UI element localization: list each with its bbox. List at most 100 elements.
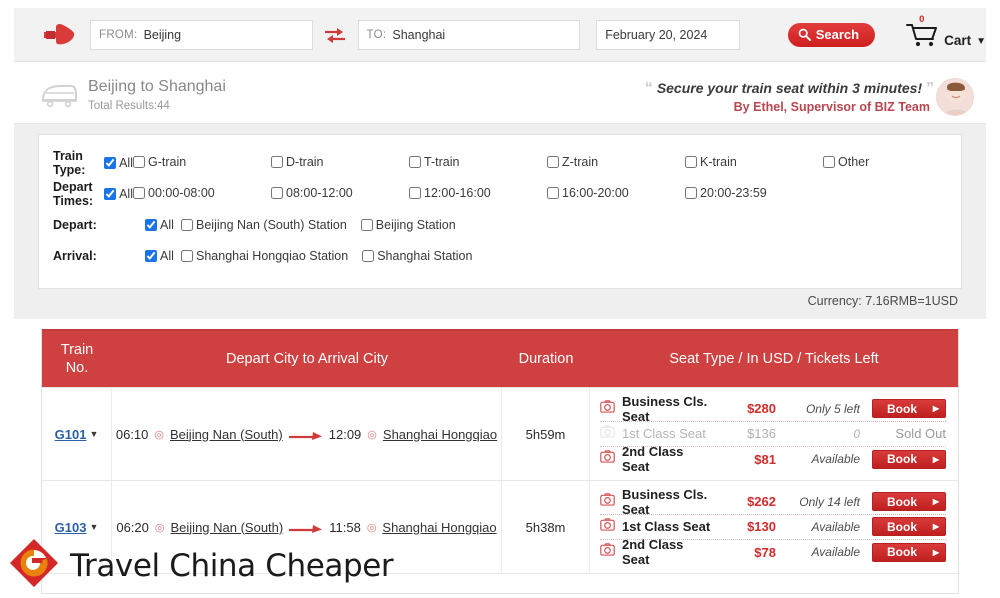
checkbox-label: Beijing Nan (South) Station xyxy=(196,218,347,232)
camera-icon[interactable] xyxy=(600,518,622,536)
seat-price: $81 xyxy=(714,452,776,467)
column-header-train-no: Train No. xyxy=(42,341,112,377)
depart-station-link[interactable]: Beijing Nan (South) xyxy=(171,520,284,535)
column-header-seat: Seat Type / In USD / Tickets Left xyxy=(590,351,958,367)
filter-row-arrival: Arrival: All Shanghai Hongqiao Station S… xyxy=(53,240,961,271)
checkbox[interactable] xyxy=(685,187,697,199)
filter-arrival-shanghai-station[interactable]: Shanghai Station xyxy=(362,249,472,263)
to-input[interactable]: TO: Shanghai xyxy=(358,20,581,50)
checkbox[interactable] xyxy=(409,187,421,199)
camera-icon[interactable] xyxy=(600,400,622,418)
checkbox[interactable] xyxy=(181,250,193,262)
arrow-right-icon xyxy=(289,429,323,439)
date-input[interactable]: February 20, 2024 xyxy=(596,20,740,50)
filter-arrival-hongqiao[interactable]: Shanghai Hongqiao Station xyxy=(181,249,348,263)
arrive-station-link[interactable]: Shanghai Hongqiao xyxy=(382,520,496,535)
filter-time-1216[interactable]: 12:00-16:00 xyxy=(409,186,491,200)
filter-arrival-all[interactable]: All xyxy=(145,249,181,263)
search-bar: FROM: Beijing TO: Shanghai February 20, … xyxy=(14,8,986,62)
checkbox[interactable] xyxy=(547,156,559,168)
filter-depart-times-all[interactable]: All xyxy=(104,187,133,201)
filter-label-depart-times: Depart Times: xyxy=(53,180,104,208)
checkbox[interactable] xyxy=(685,156,697,168)
train-number-link[interactable]: G103 xyxy=(55,520,87,535)
checkbox[interactable] xyxy=(104,157,116,169)
book-button[interactable]: Book ▶ xyxy=(872,517,946,536)
filter-depart-all[interactable]: All xyxy=(145,218,181,232)
currency-note: Currency: 7.16RMB=1USD xyxy=(808,294,958,308)
seat-price: $78 xyxy=(714,545,776,560)
filter-panel: Train Type: All G-train D-train T-train xyxy=(38,134,962,289)
checkbox[interactable] xyxy=(547,187,559,199)
filter-time-2024[interactable]: 20:00-23:59 xyxy=(685,186,767,200)
camera-icon xyxy=(600,425,622,443)
search-button[interactable]: Search xyxy=(788,23,875,47)
camera-icon[interactable] xyxy=(600,450,622,468)
book-button[interactable]: Book ▶ xyxy=(872,543,946,562)
table-row xyxy=(42,573,958,593)
seat-type-name: 2nd Class Seat xyxy=(622,537,714,567)
seat-type-name: 1st Class Seat xyxy=(622,426,714,441)
total-results: Total Results:44 xyxy=(88,100,170,112)
checkbox[interactable] xyxy=(145,250,157,262)
swap-stations-button[interactable] xyxy=(319,22,352,48)
table-row: G103 ▼ 06:20 ◎ Beijing Nan (South) 11:58 xyxy=(42,480,958,573)
filter-depart-beijing-nan[interactable]: Beijing Nan (South) Station xyxy=(181,218,347,232)
filter-time-0812[interactable]: 08:00-12:00 xyxy=(271,186,353,200)
filter-train-type-all[interactable]: All xyxy=(104,156,133,170)
cart-button[interactable]: 0 Cart ▼ xyxy=(905,22,986,48)
book-button[interactable]: Book ▶ xyxy=(872,450,946,469)
cell-train-no[interactable]: G103 ▼ xyxy=(42,481,112,573)
filter-train-type-z[interactable]: Z-train xyxy=(547,155,598,169)
camera-icon[interactable] xyxy=(600,493,622,511)
checkbox[interactable] xyxy=(104,188,116,200)
filter-train-type-k[interactable]: K-train xyxy=(685,155,737,169)
column-header-city: Depart City to Arrival City xyxy=(112,351,502,367)
table-row: G101 ▼ 06:10 ◎ Beijing Nan (South) 12:09 xyxy=(42,387,958,480)
from-input[interactable]: FROM: Beijing xyxy=(90,20,313,50)
checkbox-label: 16:00-20:00 xyxy=(562,186,629,200)
filter-depart-beijing-station[interactable]: Beijing Station xyxy=(361,218,456,232)
checkbox[interactable] xyxy=(181,219,193,231)
filter-train-type-g[interactable]: G-train xyxy=(133,155,186,169)
checkbox[interactable] xyxy=(823,156,835,168)
checkbox[interactable] xyxy=(271,187,283,199)
cell-route: 06:20 ◎ Beijing Nan (South) 11:58 ◎ Shan… xyxy=(112,481,502,573)
promo-author: By Ethel, Supervisor of BIZ Team xyxy=(734,100,930,114)
checkbox-label: Other xyxy=(838,155,869,169)
checkbox[interactable] xyxy=(133,156,145,168)
filter-time-0008[interactable]: 00:00-08:00 xyxy=(133,186,215,200)
filter-train-type-d[interactable]: D-train xyxy=(271,155,324,169)
checkbox-label: 12:00-16:00 xyxy=(424,186,491,200)
checkbox[interactable] xyxy=(145,219,157,231)
checkbox[interactable] xyxy=(133,187,145,199)
filter-train-type-t[interactable]: T-train xyxy=(409,155,459,169)
filter-time-1620[interactable]: 16:00-20:00 xyxy=(547,186,629,200)
location-pin-icon: ◎ xyxy=(155,521,165,534)
from-value: Beijing xyxy=(144,28,182,42)
table-header-row: Train No. Depart City to Arrival City Du… xyxy=(42,329,958,387)
checkbox-label: Z-train xyxy=(562,155,598,169)
cell-train-no[interactable]: G101 ▼ xyxy=(42,388,112,480)
camera-icon[interactable] xyxy=(600,543,622,561)
checkbox[interactable] xyxy=(361,219,373,231)
checkbox[interactable] xyxy=(362,250,374,262)
cell-seats: Business Cls. Seat $280 Only 5 left Book… xyxy=(590,388,958,480)
arrive-station-link[interactable]: Shanghai Hongqiao xyxy=(383,427,497,442)
to-value: Shanghai xyxy=(392,28,445,42)
filter-train-type-other[interactable]: Other xyxy=(823,155,869,169)
seat-type-name: 1st Class Seat xyxy=(622,519,714,534)
seat-type-name: Business Cls. Seat xyxy=(622,487,714,517)
chevron-down-icon[interactable]: ▼ xyxy=(89,429,98,439)
train-search-page: FROM: Beijing TO: Shanghai February 20, … xyxy=(0,0,1000,598)
book-button[interactable]: Book ▶ xyxy=(872,399,946,418)
seat-price: $130 xyxy=(714,519,776,534)
chevron-down-icon[interactable]: ▼ xyxy=(89,522,98,532)
book-button[interactable]: Book ▶ xyxy=(872,492,946,511)
checkbox[interactable] xyxy=(271,156,283,168)
depart-station-link[interactable]: Beijing Nan (South) xyxy=(170,427,283,442)
checkbox[interactable] xyxy=(409,156,421,168)
train-number-link[interactable]: G101 xyxy=(55,427,87,442)
checkbox-label: K-train xyxy=(700,155,737,169)
seat-option-row: 1st Class Seat $136 0 Sold Out xyxy=(600,422,946,447)
